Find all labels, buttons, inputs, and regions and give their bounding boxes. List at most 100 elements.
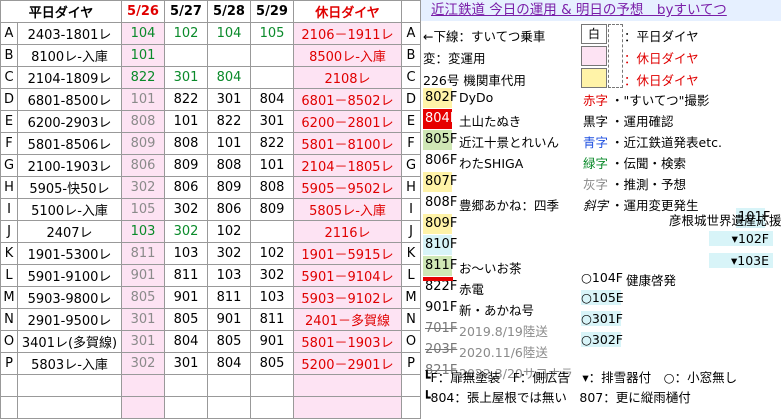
row-empty-cell bbox=[293, 396, 402, 419]
row-empty-cell bbox=[401, 374, 421, 397]
header-date-2: 5/27 bbox=[164, 0, 208, 23]
table-row: J 2407レ 103 302 102 2116レ J bbox=[0, 220, 421, 243]
row-id: C bbox=[0, 66, 18, 89]
row-id-right: H bbox=[401, 176, 421, 199]
train-no-806F: 806F bbox=[425, 153, 458, 168]
table-row: N 2901-9500レ 301 805 901 811 2401－多賀線 N bbox=[0, 308, 421, 331]
header-label: 平日ダイヤ bbox=[0, 0, 122, 23]
row-day-3: 301 bbox=[207, 88, 251, 111]
row-day-3: 102 bbox=[207, 220, 251, 243]
row-holiday: 2106－1911レ bbox=[293, 22, 402, 45]
row-day-1: 101 bbox=[121, 88, 165, 111]
train-no-805F: 805F bbox=[423, 130, 457, 150]
row-day-4: 302 bbox=[250, 264, 294, 287]
row-day-4: 101 bbox=[250, 154, 294, 177]
row-day-2: 901 bbox=[164, 286, 208, 309]
header-date-1: 5/26 bbox=[121, 0, 165, 23]
train-no-811F: 811F bbox=[423, 256, 457, 276]
row-holiday: 5901－9104レ bbox=[293, 264, 402, 287]
header-date-4: 5/29 bbox=[250, 0, 294, 23]
row-day-3: 901 bbox=[207, 308, 251, 331]
row-id-right: I bbox=[401, 198, 421, 221]
row-day-3: 103 bbox=[207, 264, 251, 287]
legend-value: ・運用確認 bbox=[611, 114, 674, 129]
row-holiday: 5905－9502レ bbox=[293, 176, 402, 199]
row-train: 5801-8506レ bbox=[17, 132, 122, 155]
chip-103: ▾103E bbox=[709, 253, 773, 268]
train-no-808F: 808F bbox=[425, 195, 458, 210]
row-empty-cell bbox=[207, 396, 251, 419]
legend-key: 緑字 bbox=[583, 156, 609, 171]
accent-bar bbox=[423, 277, 453, 281]
row-train: 5100レ-入庫 bbox=[17, 198, 122, 221]
table-row: O 3401レ(多賀線) 301 804 805 901 5801－1903レ O bbox=[0, 330, 421, 353]
row-day-1: 809 bbox=[121, 132, 165, 155]
row-train: 5903-9800レ bbox=[17, 286, 122, 309]
row-day-1: 302 bbox=[121, 352, 165, 375]
legend-key: 灰字 bbox=[583, 177, 609, 192]
legend-value: ・"すいてつ"撮影 bbox=[611, 93, 710, 108]
row-day-4: 103 bbox=[250, 286, 294, 309]
row-id-right: D bbox=[401, 88, 421, 111]
table-row: M 5903-9800レ 805 901 811 103 5903－9102レ M bbox=[0, 286, 421, 309]
row-day-2: 804 bbox=[164, 330, 208, 353]
row-day-4: 102 bbox=[250, 242, 294, 265]
row-empty-cell bbox=[401, 396, 421, 419]
row-day-1: 105 bbox=[121, 198, 165, 221]
row-id-right: O bbox=[401, 330, 421, 353]
row-holiday: 5200－2901レ bbox=[293, 352, 402, 375]
chip-301: ○301F bbox=[581, 311, 623, 326]
row-train: 1901-5300レ bbox=[17, 242, 122, 265]
train-no-809F: 809F bbox=[423, 214, 457, 234]
row-day-2: 808 bbox=[164, 132, 208, 155]
row-train: 2407レ bbox=[17, 220, 122, 243]
row-empty-cell bbox=[0, 374, 18, 397]
row-day-2: 103 bbox=[164, 242, 208, 265]
row-id: G bbox=[0, 154, 18, 177]
legend-value: ・近江鉄道発表etc. bbox=[611, 135, 722, 150]
chip-104: ○104F bbox=[581, 270, 623, 285]
legend-key: 青字 bbox=[583, 135, 609, 150]
legend-underline: ←下線：すいてつ乗車 bbox=[423, 29, 546, 44]
train-name-802F: DyDo bbox=[459, 90, 494, 105]
legend-key: 赤字 bbox=[583, 93, 609, 108]
legend-hen: 変：変運用 bbox=[423, 51, 486, 66]
row-day-1: 301 bbox=[121, 308, 165, 331]
row-day-3: 804 bbox=[207, 352, 251, 375]
row-holiday: 5805レ-入庫 bbox=[293, 198, 402, 221]
row-id-right: L bbox=[401, 264, 421, 287]
train-no-901F: 901F bbox=[425, 300, 458, 315]
chip-105: ○105E bbox=[581, 290, 624, 305]
row-day-1: 822 bbox=[121, 66, 165, 89]
row-holiday: 5903－9102レ bbox=[293, 286, 402, 309]
row-empty-cell bbox=[293, 374, 402, 397]
row-holiday: 8500レ-入庫 bbox=[293, 44, 402, 67]
schedule-sheet: 平日ダイヤ 5/26 5/27 5/28 5/29 休日ダイヤ A 2403-1801レ 104… bbox=[0, 0, 781, 419]
table-row: P 5803レ-入庫 302 301 804 805 5200－2901レ P bbox=[0, 352, 421, 375]
row-holiday: 1901－5915レ bbox=[293, 242, 402, 265]
row-empty-cell bbox=[17, 396, 122, 419]
row-id: A bbox=[0, 22, 18, 45]
row-day-3: 805 bbox=[207, 330, 251, 353]
table-row-empty bbox=[0, 374, 421, 397]
row-empty-cell bbox=[250, 374, 294, 397]
chip-102: ▾102F bbox=[709, 231, 773, 246]
row-id: B bbox=[0, 44, 18, 67]
row-day-1: 302 bbox=[121, 176, 165, 199]
schedule-table: 平日ダイヤ 5/26 5/27 5/28 5/29 休日ダイヤ A 2403-1801レ 104… bbox=[0, 0, 421, 419]
row-holiday: 2401－多賀線 bbox=[293, 308, 402, 331]
table-row: L 5901-9100レ 901 811 103 302 5901－9104レ L bbox=[0, 264, 421, 287]
train-name-806F: わたSHIGA bbox=[459, 156, 524, 171]
row-holiday: 2108レ bbox=[293, 66, 402, 89]
table-row: H 5905-快50レ 302 806 809 808 5905－9502レ H bbox=[0, 176, 421, 199]
row-id-right: C bbox=[401, 66, 421, 89]
header-row: 平日ダイヤ 5/26 5/27 5/28 5/29 休日ダイヤ bbox=[0, 0, 421, 23]
legend-holiday-2: ：休日ダイヤ bbox=[624, 73, 699, 88]
table-row: I 5100レ-入庫 105 302 806 809 5805レ-入庫 I bbox=[0, 198, 421, 221]
white-box: 白 bbox=[581, 24, 607, 44]
train-name-203F: 2020.11/6陸送 bbox=[459, 345, 548, 360]
row-day-4: 809 bbox=[250, 198, 294, 221]
train-name-822F: 赤電 bbox=[459, 282, 485, 297]
row-day-4: 805 bbox=[250, 352, 294, 375]
table-row: A 2403-1801レ 104 102 104 105 2106－1911レ A bbox=[0, 22, 421, 45]
